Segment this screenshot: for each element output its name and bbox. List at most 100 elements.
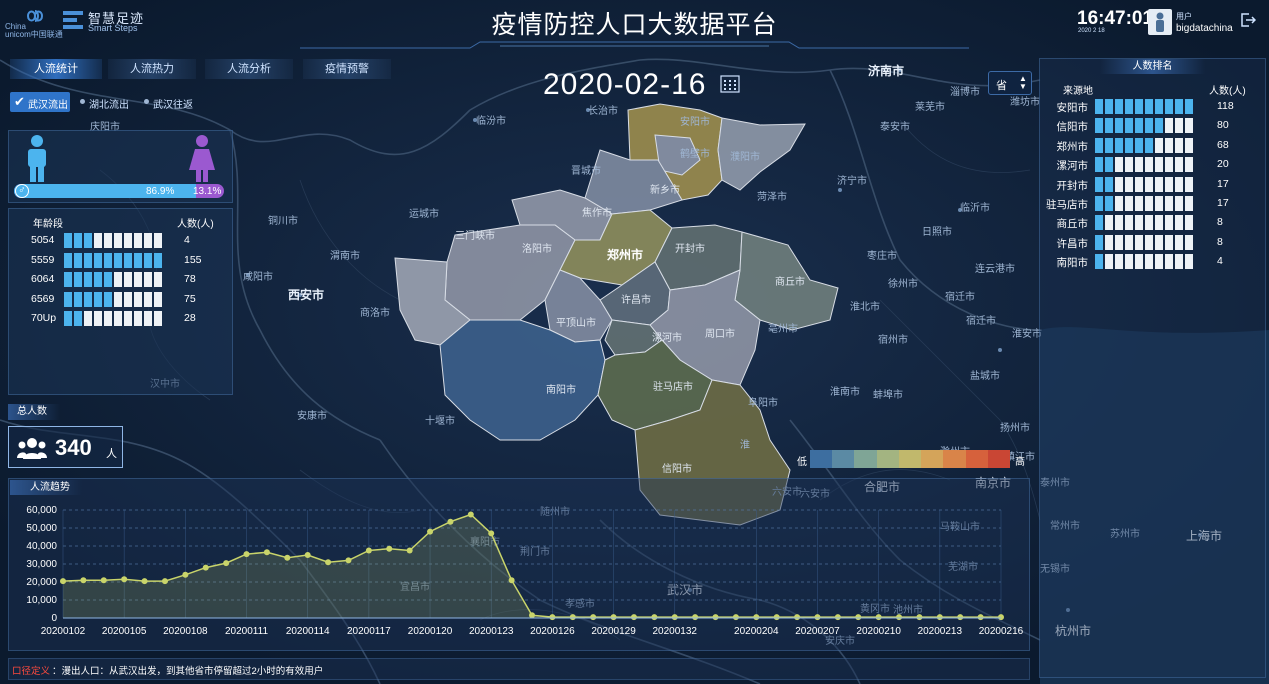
logout-button[interactable] — [1240, 12, 1257, 28]
trend-point — [630, 614, 637, 621]
y-tick-label: 10,000 — [26, 595, 57, 606]
person-icon — [134, 252, 142, 268]
ranking-row-city: 许昌市 — [1056, 237, 1089, 250]
ranking-row-count: 20 — [1217, 158, 1229, 171]
trend-chart: 0 10,000 20,000 30,000 40,000 50,000 60,000 202… — [26, 505, 1023, 637]
person-icon — [1115, 234, 1123, 250]
svg-text:许昌市: 许昌市 — [621, 293, 651, 306]
person-icon — [1155, 137, 1163, 153]
title-underline — [300, 41, 969, 49]
person-icon — [1145, 99, 1153, 114]
person-icon — [1165, 157, 1173, 173]
tab-epidemic-warning[interactable]: 疫情预警 — [303, 59, 391, 79]
trend-point — [896, 614, 903, 621]
x-tick-label: 20200132 — [652, 626, 697, 637]
person-icon — [1145, 137, 1153, 153]
calendar-icon — [720, 75, 740, 93]
scope-select[interactable]: 省 ▲ ▼ — [988, 71, 1032, 95]
tab-flow-heat[interactable]: 人流热力 — [108, 59, 196, 79]
person-icon — [1105, 176, 1113, 192]
ranking-row-count: 80 — [1217, 119, 1229, 132]
person-icon — [1115, 254, 1123, 270]
trend-point — [304, 552, 311, 558]
person-icon — [1185, 196, 1193, 211]
trend-point — [427, 528, 434, 535]
calendar-button[interactable] — [720, 75, 740, 93]
y-tick-label: 50,000 — [26, 523, 57, 534]
svg-text:莱芜市: 莱芜市 — [915, 100, 945, 113]
svg-text:蚌埠市: 蚌埠市 — [873, 388, 903, 401]
ranking-row-count: 68 — [1217, 138, 1229, 151]
trend-point — [916, 614, 923, 621]
person-icon — [134, 291, 142, 307]
person-icon — [84, 311, 92, 326]
filter-wuhan-out-label: 武汉流出 — [28, 100, 68, 111]
person-icon — [134, 272, 142, 287]
person-icon — [1135, 234, 1143, 250]
person-icon — [124, 291, 132, 307]
ranking-row-count: 8 — [1217, 216, 1223, 229]
person-icon — [1115, 157, 1123, 173]
person-icon — [1175, 254, 1183, 270]
trend-point — [100, 577, 107, 584]
tab-flow-analysis[interactable]: 人流分析 — [205, 59, 293, 79]
person-icon-row — [64, 291, 162, 307]
person-icon — [144, 311, 152, 326]
trend-point — [732, 614, 739, 621]
trend-point — [182, 571, 189, 578]
male-figure-icon — [28, 135, 46, 182]
person-icon — [1145, 176, 1153, 192]
person-icon-row — [1095, 234, 1193, 250]
trend-point — [447, 518, 454, 525]
svg-text:新乡市: 新乡市 — [650, 183, 680, 196]
filter-wuhan-out[interactable]: ✔ 武汉流出 — [10, 92, 70, 112]
person-icon — [134, 233, 142, 248]
person-icon — [1145, 118, 1153, 134]
person-icon — [94, 291, 102, 307]
people-group-icon — [17, 438, 47, 459]
trend-point — [529, 612, 535, 619]
check-icon: ✔ — [14, 94, 25, 109]
clock-date: 2020 2 18 — [1078, 28, 1105, 34]
age-row-label: 6064 — [31, 273, 55, 285]
person-icon — [64, 233, 72, 248]
trend-point — [223, 560, 230, 567]
person-icon — [1165, 215, 1173, 231]
person-icon — [1165, 196, 1173, 211]
age-row-label: 5559 — [31, 253, 55, 266]
x-tick-label: 20200105 — [102, 626, 147, 637]
female-figure-icon — [189, 135, 215, 182]
person-icon — [124, 311, 132, 326]
user-avatar[interactable] — [1148, 9, 1172, 35]
person-icon — [1095, 137, 1103, 153]
svg-text:淄博市: 淄博市 — [950, 85, 980, 98]
footer-bar: 口径定义 ：漫出人口：从武汉出发，到其他省市停留超过2小时的有效用户 — [8, 658, 1030, 680]
person-icon-row — [1095, 118, 1193, 134]
svg-text:潍坊市: 潍坊市 — [1010, 95, 1040, 108]
person-icon — [94, 311, 102, 326]
x-tick-label: 20200120 — [408, 626, 453, 637]
person-icon — [114, 311, 122, 326]
ranking-row-city: 漯河市 — [1056, 160, 1089, 173]
age-row-label: 70Up — [31, 312, 57, 324]
tab-flow-stats[interactable]: 人流统计 — [10, 59, 102, 79]
ranking-row-city: 驻马店市 — [1046, 199, 1088, 211]
person-icon — [1115, 196, 1123, 211]
person-icon — [1125, 99, 1133, 114]
age-row-count: 4 — [184, 234, 190, 246]
person-icon — [1105, 196, 1113, 211]
person-icon — [84, 291, 92, 307]
trend-point — [712, 614, 719, 621]
trend-point — [325, 559, 332, 566]
user-icon — [1156, 12, 1164, 32]
ranking-row-city: 信阳市 — [1056, 121, 1089, 134]
ranking-row-count: 4 — [1217, 255, 1223, 268]
person-icon — [1125, 118, 1133, 134]
svg-text:济南市: 济南市 — [868, 63, 904, 78]
legend-swatch — [921, 450, 944, 468]
person-icon — [1185, 176, 1193, 192]
svg-text:十堰市: 十堰市 — [425, 414, 455, 427]
age-col-group: 年龄段 — [33, 219, 63, 230]
age-row-count: 78 — [184, 273, 196, 285]
svg-text:长治市: 长治市 — [588, 104, 618, 117]
